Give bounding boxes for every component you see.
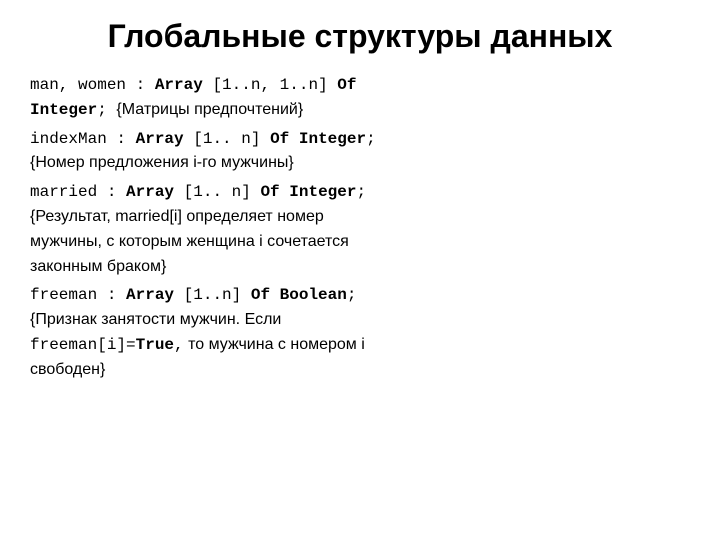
code-part: то мужчина с номером i — [184, 336, 365, 353]
code-part: {Признак занятости мужчин. Если — [30, 311, 281, 328]
code-part: Array — [155, 76, 203, 94]
code-part: мужчины, с которым женщина i сочетается — [30, 233, 349, 250]
code-part: Array — [136, 130, 184, 148]
code-part: [1..n] — [174, 286, 251, 304]
code-part: Of Integer — [260, 183, 356, 201]
code-block-block3: married : Array [1.. n] Of Integer; {Резу… — [30, 180, 690, 279]
code-part: [1.. n] — [184, 130, 270, 148]
code-part: Array — [126, 286, 174, 304]
code-line: freeman[i]=True, то мужчина с номером i — [30, 333, 690, 358]
code-part: , — [174, 336, 184, 354]
code-part: : — [107, 286, 126, 304]
code-part: Of Integer — [270, 130, 366, 148]
content-area: man, women : Array [1..n, 1..n] OfIntege… — [30, 73, 690, 383]
code-part: ; — [356, 183, 366, 201]
code-line: {Номер предложения i-го мужчины} — [30, 151, 690, 176]
code-line: {Результат, married[i] определяет номер — [30, 205, 690, 230]
code-part: Integer — [30, 101, 97, 119]
code-part: {Результат, married[i] определяет номер — [30, 208, 324, 225]
code-line: Integer; {Матрицы предпочтений} — [30, 98, 690, 123]
code-part: : — [116, 130, 135, 148]
code-block-block4: freeman : Array [1..n] Of Boolean; {Призн… — [30, 283, 690, 382]
code-line: мужчины, с которым женщина i сочетается — [30, 230, 690, 255]
code-part: True — [136, 336, 174, 354]
code-part: [1..n, 1..n] — [203, 76, 337, 94]
code-part: {Матрицы предпочтений} — [116, 101, 303, 118]
code-block-block2: indexMan : Array [1.. n] Of Integer; {Ном… — [30, 127, 690, 177]
code-block-block1: man, women : Array [1..n, 1..n] OfIntege… — [30, 73, 690, 123]
code-part: Of — [337, 76, 356, 94]
code-part: freeman — [30, 286, 107, 304]
code-line: freeman : Array [1..n] Of Boolean; — [30, 283, 690, 308]
code-line: indexMan : Array [1.. n] Of Integer; — [30, 127, 690, 152]
code-part: : — [136, 76, 155, 94]
code-part: {Номер предложения i-го мужчины} — [30, 154, 294, 171]
code-part: indexMan — [30, 130, 116, 148]
code-part: [1.. n] — [174, 183, 260, 201]
code-part: ; — [366, 130, 376, 148]
code-part: married — [30, 183, 107, 201]
code-part: : — [107, 183, 126, 201]
code-line: свободен} — [30, 358, 690, 383]
code-line: man, women : Array [1..n, 1..n] Of — [30, 73, 690, 98]
code-part: ; — [347, 286, 357, 304]
code-part: Of Boolean — [251, 286, 347, 304]
code-part: Array — [126, 183, 174, 201]
page: Глобальные структуры данных man, women :… — [0, 0, 720, 540]
code-part: ; — [97, 101, 116, 119]
code-line: {Признак занятости мужчин. Если — [30, 308, 690, 333]
code-part: свободен} — [30, 361, 105, 378]
code-part: man, women — [30, 76, 136, 94]
page-title: Глобальные структуры данных — [30, 18, 690, 55]
code-part: freeman[i]= — [30, 336, 136, 354]
code-part: законным браком} — [30, 258, 166, 275]
code-line: законным браком} — [30, 255, 690, 280]
code-line: married : Array [1.. n] Of Integer; — [30, 180, 690, 205]
